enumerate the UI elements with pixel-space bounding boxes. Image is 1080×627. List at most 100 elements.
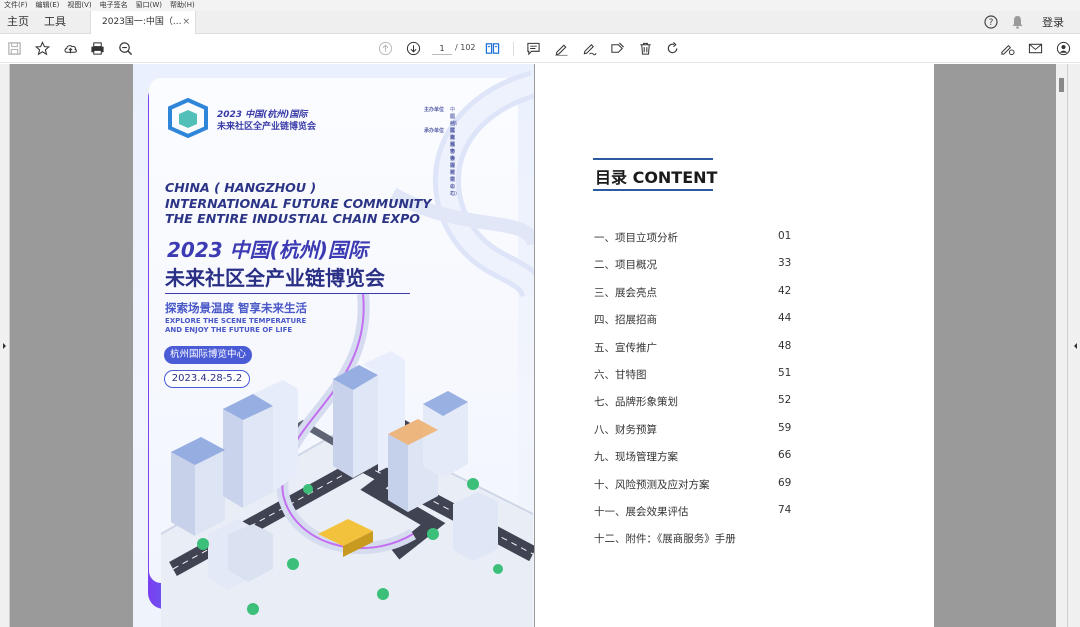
svg-text:?: ? [989,18,994,28]
save-icon[interactable] [6,40,22,56]
help-icon[interactable]: ? [984,11,998,33]
page-number-input[interactable] [432,42,452,55]
toc-item-label: 九、现场管理方案 [594,451,678,464]
toc-item[interactable]: 四、招展招商 44 [594,312,854,328]
zoom-search-icon[interactable] [117,40,133,56]
nav-tools[interactable]: 工具 [44,11,66,33]
slogan-english: EXPLORE THE SCENE TEMPERATURE AND ENJOY … [165,317,306,335]
toc-item-label: 八、财务预算 [594,423,657,436]
toc-item-page: 69 [778,476,792,489]
mail-icon[interactable] [1027,40,1043,56]
toc-item[interactable]: 九、现场管理方案 66 [594,449,854,465]
toc-item-label: 三、展会亮点 [594,286,657,299]
share-user-icon[interactable] [1055,40,1071,56]
toc-item-page: 74 [778,504,792,516]
page-up-icon[interactable] [377,40,393,56]
slogan-english-line: AND ENJOY THE FUTURE OF LIFE [165,326,293,334]
toc-item-page: 33 [778,257,792,270]
toc-item[interactable]: 七、品牌形象策划 52 [594,394,854,410]
expo-logo-icon [167,97,209,139]
toc-item-page: 48 [778,339,792,352]
vertical-scrollbar[interactable] [1056,64,1067,627]
highlight-pen-icon[interactable] [553,40,569,56]
logo-line-2: 未来社区全产业链博览会 [217,122,317,132]
menu-window[interactable]: 窗口(W) [136,0,162,11]
toc-item[interactable]: 三、展会亮点 42 [594,285,854,301]
fill-sign-icon[interactable] [999,40,1015,56]
two-page-view-icon[interactable] [484,40,500,56]
cover-page: 2023 中国(杭州)国际 未来社区全产业链博览会 主办单位 中国社区发展协会 杭… [133,64,534,627]
comment-icon[interactable] [525,40,541,56]
english-title: CHINA ( HANGZHOU ) INTERNATIONAL FUTURE … [165,180,431,227]
nav-home[interactable]: 主页 [7,11,29,33]
bookmark-star-icon[interactable] [34,40,50,56]
toc-item[interactable]: 十一、展会效果评估 74 [594,504,854,520]
toc-item-label: 四、招展招商 [594,314,657,327]
toc-item-label: 十二、附件：《展商服务》手册 [594,533,736,546]
date-badge: 2023.4.28-5.2 [164,370,250,388]
toc-item-label: 二、项目概况 [594,259,657,272]
bell-icon[interactable] [1011,11,1024,33]
toc-item[interactable]: 八、财务预算 59 [594,422,854,438]
toc-item[interactable]: 二、项目概况 33 [594,257,854,273]
chinese-title-line-1: 2023 中国(杭州)国际 [167,238,368,262]
right-panel-toggle[interactable] [1067,64,1080,627]
slogan: 探索场景温度 智享未来生活 [165,301,308,315]
toc-item-page: 01 [778,230,792,242]
toc-item-page: 52 [778,394,792,407]
venue-badge: 杭州国际博览中心 [164,346,252,364]
toc-item-label: 一、项目立项分析 [594,232,678,244]
menu-edit[interactable]: 编辑(E) [36,0,60,11]
stamp-edit-icon[interactable] [609,40,625,56]
login-button[interactable]: 登录 [1042,11,1064,33]
toc-item-label: 七、品牌形象策划 [594,396,678,409]
toc-item-page: 42 [778,284,792,297]
menu-help[interactable]: 帮助(H) [170,0,195,11]
toc-item-page: 66 [778,449,792,462]
print-icon[interactable] [89,40,105,56]
toc-item-page: 44 [778,312,792,325]
rotate-icon[interactable] [664,40,680,56]
menu-esign[interactable]: 电子签名 [100,0,128,11]
toc-item[interactable]: 十、风险预测及应对方案 69 [594,477,854,493]
toc-item-label: 六、甘特图 [594,369,647,381]
organizer-label-undertaker: 承办单位 [424,128,445,134]
toc-item-page: 59 [778,421,792,434]
close-tab-icon[interactable]: × [182,11,190,34]
english-title-line: THE ENTIRE INDUSTIAL CHAIN EXPO [165,211,421,226]
document-tab-title: 2023国一:中国（... [102,17,182,27]
page-down-icon[interactable] [405,40,421,56]
menu-file[interactable]: 文件(F) [4,0,28,11]
toc-title: 目录 CONTENT [595,168,718,187]
toc-item-label: 十一、展会效果评估 [594,506,689,518]
tab-bar: 主页 工具 2023国一:中国（... × ? 登录 [0,11,1080,34]
toc-item-label: 十、风险预测及应对方案 [594,478,710,491]
sign-pen-icon[interactable] [581,40,597,56]
toc-item-page: 51 [778,367,792,379]
chinese-title-line-2: 未来社区全产业链博览会 [165,266,385,290]
toc-item[interactable]: 六、甘特图 51 [594,367,854,383]
toc-title-frame: 目录 CONTENT [593,158,717,191]
cloud-upload-icon[interactable] [62,40,78,56]
delete-trash-icon[interactable] [637,40,653,56]
toc-item[interactable]: 一、项目立项分析 01 [594,230,854,246]
left-panel-toggle[interactable] [0,64,10,627]
toolbar-divider [513,42,514,56]
title-underline [165,293,410,294]
document-tab[interactable]: 2023国一:中国（... × [90,11,196,34]
document-viewer[interactable]: 2023 中国(杭州)国际 未来社区全产业链博览会 主办单位 中国社区发展协会 杭… [0,64,1080,627]
slogan-english-line: EXPLORE THE SCENE TEMPERATURE [165,317,307,325]
table-of-contents-page: 目录 CONTENT 一、项目立项分析 01 二、项目概况 33 三、展会亮点 42 四、招… [535,64,934,627]
organizer-label-host: 主办单位 [424,107,445,113]
menu-view[interactable]: 视图(V) [67,0,91,11]
organizers: 主办单位 中国社区发展协会 杭州国际城市学研究中心 (浙江省城市治理研究中心) 承… [424,107,457,197]
scrollbar-thumb[interactable] [1059,78,1064,92]
toc-item-label: 五、宣传推广 [594,341,657,354]
english-title-line: CHINA ( HANGZHOU ) [165,180,317,195]
menu-bar: 文件(F) 编辑(E) 视图(V) 电子签名 窗口(W) 帮助(H) [0,0,1080,11]
toc-item[interactable]: 五、宣传推广 48 [594,340,854,356]
toolbar: / 102 [0,34,1080,63]
english-title-line: INTERNATIONAL FUTURE COMMUNITY [165,195,432,211]
organizer-name: 杭州雅舍会展有限公司 [450,128,456,197]
toc-item[interactable]: 十二、附件：《展商服务》手册 [594,531,854,547]
